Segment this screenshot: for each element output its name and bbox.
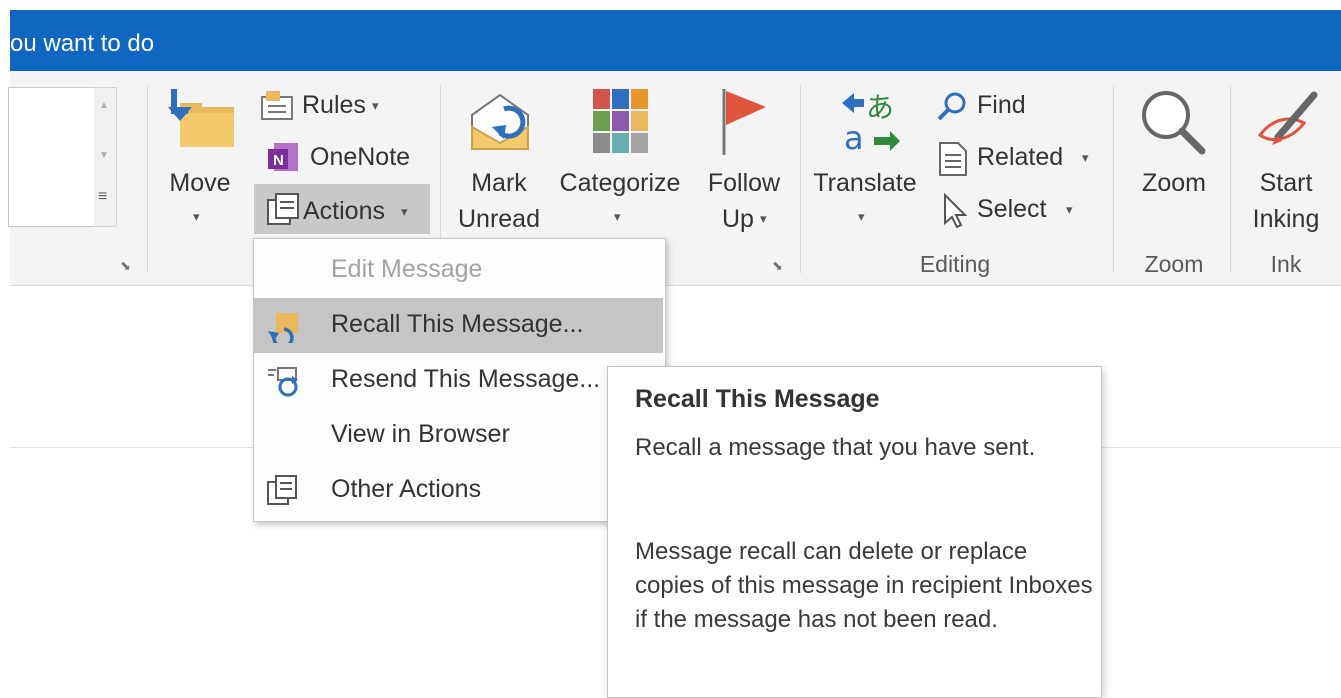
onenote-icon: N [268,143,298,171]
separator [1230,85,1231,273]
onenote-button[interactable]: N OneNote [258,139,428,179]
zoom-label: Zoom [1142,169,1206,197]
related-caret-icon: ▾ [1082,150,1089,165]
rules-caret-icon: ▾ [372,98,379,113]
actions-caret-icon: ▾ [401,204,408,219]
separator [1113,85,1114,273]
flag-icon [722,89,766,155]
menu-item-label: View in Browser [331,420,510,448]
translate-caret-icon: ▾ [858,209,865,224]
related-icon [939,142,967,176]
select-pointer-icon [944,193,968,229]
menu-item-label: Other Actions [331,475,482,503]
mark-unread-label-1: Mark [471,169,527,197]
tooltip-title: Recall This Message [635,385,880,413]
tooltip: Recall This Message Recall a message tha… [607,366,1102,698]
related-label: Related [977,143,1064,171]
rules-icon [261,91,293,120]
categorize-icon [593,89,648,153]
find-icon [937,92,966,121]
select-caret-icon: ▾ [1066,202,1073,217]
menu-item-label: Edit Message [331,255,483,283]
menu-item-label: Recall This Message... [331,310,584,338]
find-button[interactable]: Find [932,87,1052,127]
menu-item-other-actions[interactable]: Other Actions [254,463,663,518]
ink-group-label: Ink [1270,251,1302,277]
translate-button[interactable]: あ a Translate ▾ [806,85,924,240]
mark-unread-label-2: Unread [458,205,540,233]
gallery-up-icon[interactable]: ▲ [99,100,109,111]
follow-up-label-1: Follow [707,169,781,197]
other-actions-icon [267,475,297,505]
ribbon: ▲ ▼ ≡ ⬊ Move ▾ Rules ▾ N OneNote Actions… [8,71,1341,286]
zoom-button[interactable]: Zoom [1120,85,1228,240]
title-bar: ou want to do [10,10,1341,71]
menu-item-recall-message[interactable]: Recall This Message... [254,298,663,353]
start-inking-button[interactable]: Start Inking [1236,85,1336,240]
select-button[interactable]: Select ▾ [932,191,1102,231]
move-label: Move [169,169,231,197]
svg-text:a: a [844,119,864,155]
find-label: Find [977,91,1026,119]
rules-label: Rules [302,91,366,119]
start-inking-label-2: Inking [1252,205,1320,233]
actions-label: Actions [303,197,385,225]
gallery-scrollbar[interactable]: ▲ ▼ ≡ [94,87,117,227]
categorize-label: Categorize [559,169,681,197]
tooltip-description: Recall a message that you have sent. [635,434,1036,461]
onenote-label: OneNote [310,143,411,171]
translate-label: Translate [813,169,917,197]
separator [800,85,801,273]
tell-me-search[interactable]: ou want to do [10,30,154,58]
gallery-down-icon[interactable]: ▼ [99,150,109,161]
select-label: Select [977,195,1047,223]
separator [147,85,148,273]
categorize-button[interactable]: Categorize ▾ [550,85,690,240]
follow-up-caret-icon: ▾ [760,211,767,226]
menu-item-resend-message[interactable]: Resend This Message... [254,353,663,408]
follow-up-label-2: Up [722,205,754,233]
inking-pen-icon [1257,91,1318,145]
move-caret-icon: ▾ [193,209,200,224]
tags-launcher-icon[interactable]: ⬊ [772,258,783,274]
recall-icon [268,313,298,343]
actions-icon [267,193,299,225]
quick-steps-gallery[interactable] [8,87,96,227]
svg-text:あ: あ [866,91,894,124]
gallery-more-icon[interactable]: ≡ [98,188,107,206]
svg-text:N: N [273,152,284,169]
actions-menu: Edit Message Recall This Message... Rese… [253,238,666,522]
translate-icon: あ a [842,91,900,155]
zoom-icon [1142,91,1206,155]
zoom-group-label: Zoom [1144,251,1204,277]
menu-item-label: Resend This Message... [331,365,601,393]
editing-group-label: Editing [919,251,991,277]
menu-item-edit-message: Edit Message [254,243,663,298]
tooltip-details: Message recall can delete or replace cop… [635,538,1093,633]
mark-unread-icon [471,93,529,150]
mark-unread-button[interactable]: Mark Unread [450,85,548,240]
start-inking-label-1: Start [1259,169,1313,197]
quick-steps-launcher-icon[interactable]: ⬊ [120,258,131,274]
actions-button[interactable]: Actions ▾ [254,184,430,234]
resend-icon [268,367,298,397]
related-button[interactable]: Related ▾ [932,139,1102,179]
move-button[interactable]: Move ▾ [160,85,240,235]
follow-up-button[interactable]: Follow Up ▾ [694,85,794,240]
categorize-caret-icon: ▾ [614,209,621,224]
move-folder-icon [168,89,234,147]
rules-button[interactable]: Rules ▾ [258,87,398,127]
menu-item-view-in-browser[interactable]: View in Browser [254,408,663,463]
